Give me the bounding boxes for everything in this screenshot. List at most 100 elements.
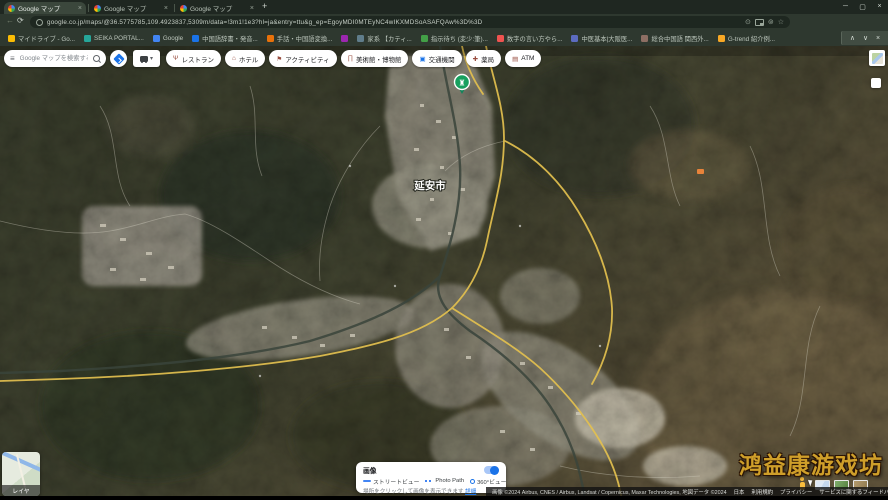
street-view-legend: ストリートビュー [363, 477, 419, 486]
bookmark-star-icon[interactable]: ☆ [778, 18, 784, 26]
photo-path-dots-icon [425, 480, 433, 482]
bookmark-item[interactable]: 総合中国語 関西外... [641, 34, 708, 43]
tab-close-icon[interactable]: × [78, 5, 82, 12]
google-maps-favicon [8, 5, 15, 12]
browser-toolbar: ← ⟳ google.co.jp/maps/@36.5775785,109.49… [0, 14, 888, 30]
tab-separator [174, 4, 175, 12]
window-close-button[interactable]: × [871, 0, 888, 13]
360-ring-icon [470, 479, 475, 484]
drive-favicon [8, 35, 15, 42]
bookmark-item[interactable]: SEIKA PORTAL... [84, 35, 144, 42]
transit-icon: ▣ [419, 55, 425, 63]
translate-favicon [267, 35, 274, 42]
terms-link[interactable]: 利用規約 [751, 488, 773, 496]
maps-search-box[interactable]: ≡ [4, 50, 106, 67]
site-info-icon[interactable] [36, 19, 43, 26]
bookmark-item[interactable]: 指示待ち (変少:筆)... [421, 34, 488, 43]
bookmark-item[interactable]: Google [153, 35, 183, 42]
imagery-panel-title: 画像 [363, 465, 377, 475]
bookmark-item[interactable]: G-trend 紹介例... [718, 34, 775, 43]
menu-hamburger-icon[interactable]: ≡ [10, 54, 15, 63]
google-favicon [153, 35, 160, 42]
tab-close-icon[interactable]: × [164, 5, 168, 12]
portal-favicon [84, 35, 91, 42]
search-icon[interactable] [93, 55, 100, 62]
tab-separator [88, 4, 89, 12]
google-maps-favicon [94, 5, 101, 12]
pagoda-icon: ♜ [458, 79, 465, 88]
bookmark-item[interactable]: 中医基本|大阪医... [571, 34, 632, 43]
address-bar[interactable]: google.co.jp/maps/@36.5775785,109.492383… [30, 16, 790, 28]
chip-restaurants[interactable]: Ψレストラン [166, 50, 221, 67]
bookmark-item-icon-only[interactable] [341, 35, 348, 42]
tab-google-maps-2[interactable]: Google マップ × [90, 2, 172, 14]
tab-title: Google マップ [190, 3, 247, 13]
travel-mode-dropdown[interactable]: ▾ [133, 50, 160, 67]
tab-google-maps-1[interactable]: Google マップ × [4, 2, 86, 14]
bookmark-item[interactable]: 家系 【カティ... [357, 34, 411, 43]
window-minimize-button[interactable]: ─ [837, 0, 854, 13]
tab-google-maps-3[interactable]: Google マップ × [176, 2, 258, 14]
extension-circle-icon[interactable]: ⊚ [768, 18, 774, 26]
chip-hotels[interactable]: ⌂ホテル [225, 50, 265, 67]
browser-window: Google マップ × Google マップ × Google マップ × +… [0, 0, 888, 500]
refresh-icon[interactable]: ⟳ [17, 16, 24, 25]
find-previous-icon[interactable]: ∧ [850, 34, 855, 42]
chip-atms[interactable]: ▤ATM [505, 50, 541, 67]
tab-title: Google マップ [18, 3, 75, 13]
imagery-credits: 画像 ©2024 Airbus, CNES / Airbus, Landsat … [492, 488, 727, 496]
imagery-panel: 画像 ストリートビュー Photo Path 360°ビュー 場所をクリックして… [356, 462, 506, 493]
tab-title: Google マップ [104, 3, 161, 13]
map-style-thumbnail [872, 53, 883, 64]
layers-button[interactable]: レイヤ [2, 452, 40, 496]
bookmark-item[interactable]: 数字の言い方やら... [497, 34, 563, 43]
imagery-toggle[interactable] [484, 466, 499, 474]
category-chips: Ψレストラン ⌂ホテル ⚑アクティビティ ∏美術館・博物館 ▣交通機関 ✚薬局 … [166, 50, 541, 67]
imagery-hint: 場所をクリックして画像を表示できます [363, 489, 464, 495]
street-view-line-icon [363, 480, 371, 482]
restaurant-icon: Ψ [173, 55, 178, 62]
atm-icon: ▤ [512, 55, 518, 63]
new-tab-button[interactable]: + [262, 1, 267, 11]
find-next-icon[interactable]: ∨ [863, 34, 868, 42]
window-maximize-button[interactable]: ▢ [854, 0, 871, 13]
map-control-button[interactable] [871, 78, 881, 88]
bookmark-favicon [497, 35, 504, 42]
museum-icon: ∏ [348, 55, 353, 62]
back-icon[interactable]: ← [6, 16, 14, 25]
photo-path-legend: Photo Path [425, 478, 464, 484]
tab-close-icon[interactable]: × [250, 5, 254, 12]
view-360-legend: 360°ビュー [470, 477, 506, 486]
activity-flag-icon: ⚑ [276, 55, 282, 63]
find-bar: ∧ ∨ × [841, 31, 888, 45]
privacy-link[interactable]: プライバシー [780, 488, 812, 496]
location-pin-icon[interactable]: ⊙ [745, 18, 751, 26]
watermark-text: 鸿益康游戏坊 [739, 446, 883, 480]
bookmark-item[interactable]: 手話・中国語変換... [267, 34, 333, 43]
bottom-black-strip [0, 496, 888, 500]
bookmark-favicon [718, 35, 725, 42]
bookmark-item[interactable]: マイドライブ - Go... [8, 34, 75, 43]
region-label: 日本 [734, 488, 745, 496]
bookmark-favicon [641, 35, 648, 42]
search-input[interactable] [18, 54, 90, 63]
orange-site-marker[interactable] [697, 169, 704, 174]
find-close-icon[interactable]: × [876, 35, 880, 42]
details-link[interactable]: 詳細 [465, 489, 476, 495]
chip-pharmacies[interactable]: ✚薬局 [466, 50, 501, 67]
map-style-button[interactable] [869, 50, 885, 66]
feedback-link[interactable]: サービスに関するフィードバックを送信 [819, 488, 888, 496]
satellite-map[interactable]: ♜ 延安市 [0, 46, 888, 500]
bookmark-item[interactable]: 中国語辞書・発音... [192, 34, 258, 43]
picture-in-picture-icon[interactable] [755, 19, 764, 26]
chip-transit[interactable]: ▣交通機関 [412, 50, 461, 67]
bookmark-favicon [571, 35, 578, 42]
layers-label: レイヤ [2, 485, 40, 496]
chip-museums[interactable]: ∏美術館・博物館 [341, 50, 409, 67]
directions-button[interactable] [110, 50, 127, 67]
chip-activities[interactable]: ⚑アクティビティ [269, 50, 336, 67]
pharmacy-icon: ✚ [473, 55, 478, 63]
bookmark-favicon [421, 35, 428, 42]
bookmark-favicon [357, 35, 364, 42]
chevron-down-icon: ▾ [150, 55, 153, 62]
